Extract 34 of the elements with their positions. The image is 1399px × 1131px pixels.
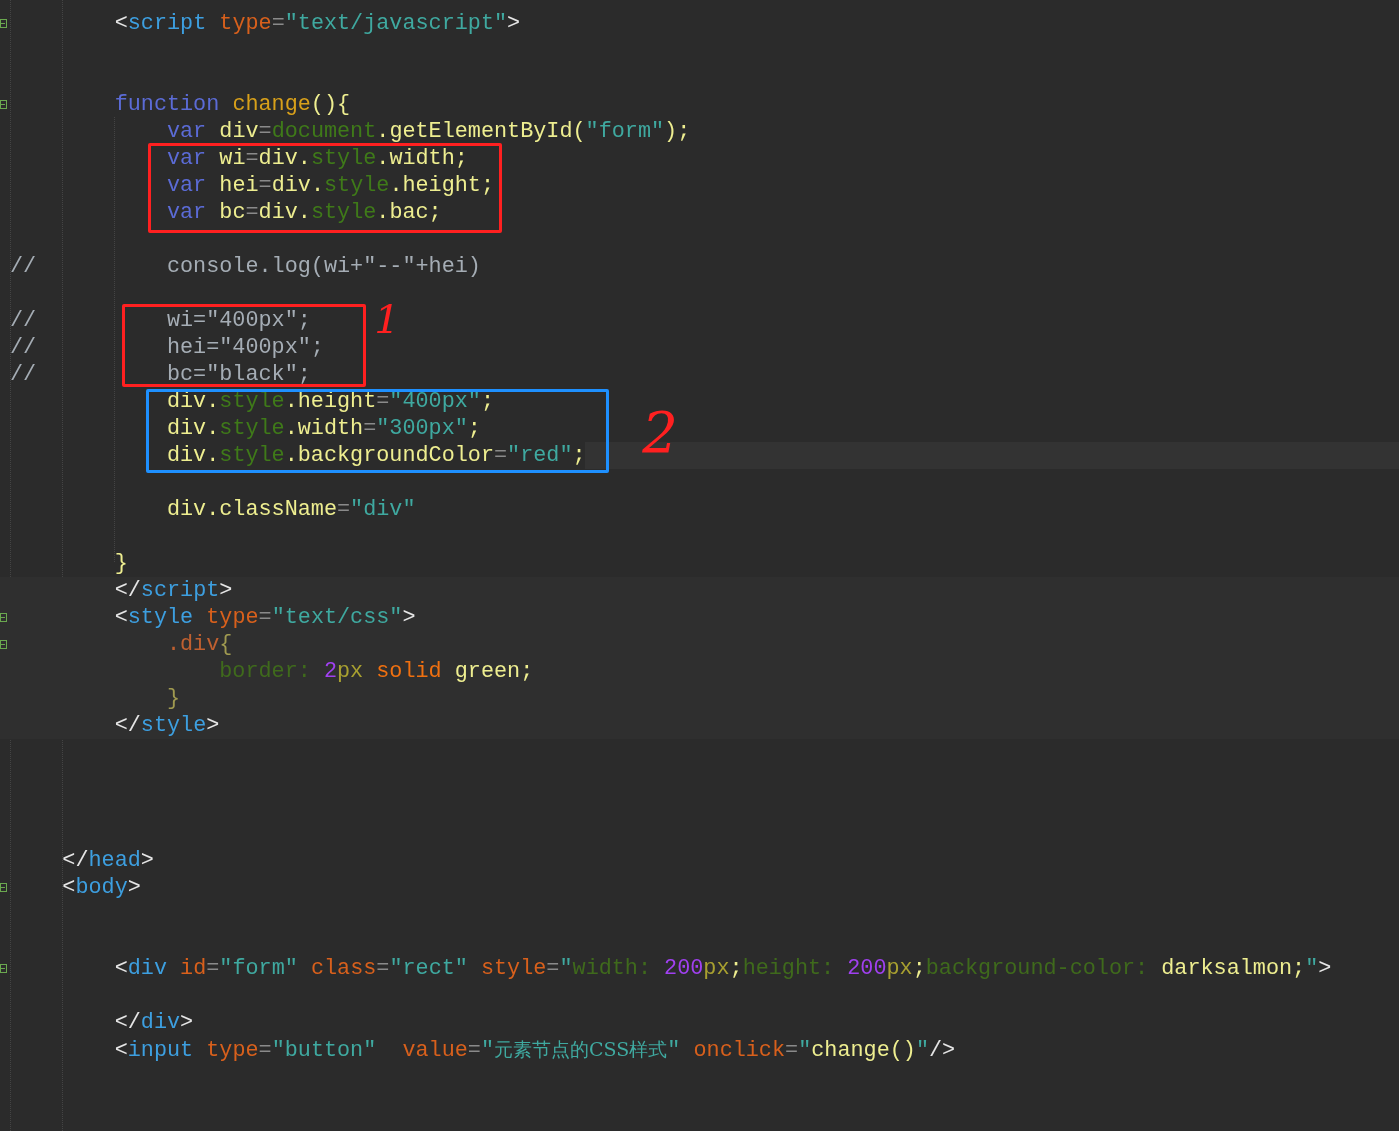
fold-toggle-icon[interactable] — [0, 883, 7, 892]
fold-toggle-icon[interactable] — [0, 100, 7, 109]
code-line: </style> — [113, 712, 220, 739]
handwritten-number: 1 — [378, 298, 396, 340]
fold-toggle-icon[interactable] — [0, 640, 7, 649]
code-line: var hei=div.style.height; — [165, 172, 495, 199]
code-line: div.style.backgroundColor="red"; — [165, 442, 586, 469]
code-line: </div> — [113, 1009, 194, 1036]
code-line: <input type="button" value="元素节点的CSS样式" onclick="change()"/> — [113, 1037, 956, 1063]
code-line: // bc="black"; — [10, 361, 311, 388]
code-line: </script> — [113, 577, 233, 604]
code-line: var div=document.getElementById("form"); — [165, 118, 691, 145]
code-line: function change(){ — [113, 91, 351, 118]
fold-toggle-icon[interactable] — [0, 964, 7, 973]
code-line: .div{ — [165, 631, 233, 658]
code-line: </head> — [61, 847, 154, 874]
fold-toggle-icon[interactable] — [0, 613, 7, 622]
code-line: } — [113, 550, 128, 577]
code-line: div.className="div" — [165, 496, 416, 523]
code-line: div.style.width="300px"; — [165, 415, 481, 442]
code-line: var wi=div.style.width; — [165, 145, 468, 172]
code-line: } — [165, 685, 181, 712]
code-line: <script type="text/javascript"> — [113, 10, 521, 37]
code-line: <div id="form" class="rect" style="width: 200px;height: 200px;background-color: darksalmon;"> — [113, 955, 1332, 982]
code-line: // wi="400px"; — [10, 307, 311, 334]
code-line: var bc=div.style.bac; — [165, 199, 442, 226]
fold-toggle-icon[interactable] — [0, 19, 7, 28]
code-line: // hei="400px"; — [10, 334, 324, 361]
code-line: // console.log(wi+"--"+hei) — [10, 253, 481, 280]
handwritten-number: 2 — [641, 404, 679, 462]
code-line: border: 2px solid green; — [218, 658, 534, 685]
code-line: div.style.height="400px"; — [165, 388, 494, 415]
code-line: <body> — [61, 874, 141, 901]
code-line: <style type="text/css"> — [113, 604, 416, 631]
